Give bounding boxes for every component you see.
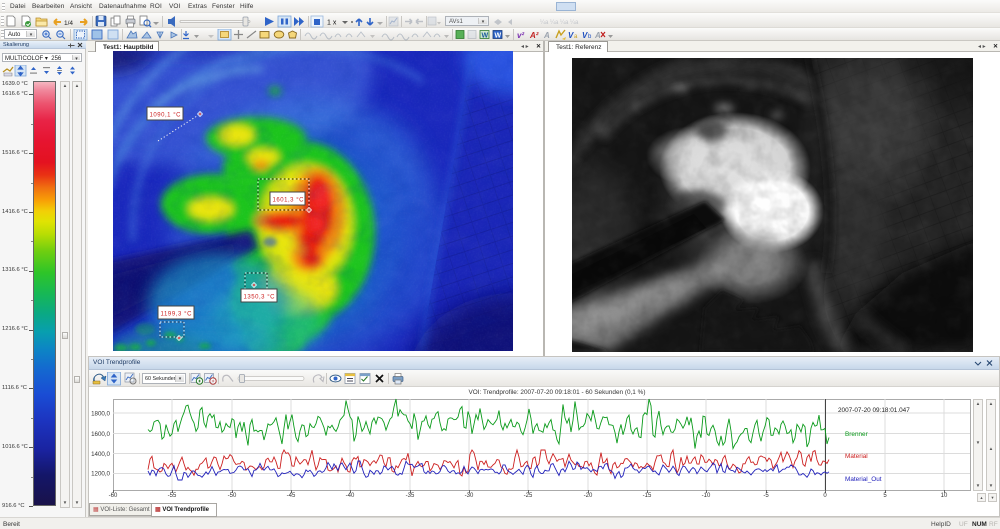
svg-text:¼a ¼a ¼a ¼a: ¼a ¼a ¼a ¼a (540, 20, 579, 26)
svg-text:W: W (495, 33, 502, 40)
svg-text:A: A (543, 31, 550, 40)
svg-text:A²: A² (529, 31, 539, 40)
svg-text:1350,3 °C: 1350,3 °C (244, 295, 276, 301)
svg-text:1199,3 °C: 1199,3 °C (161, 312, 193, 318)
svg-text:a: a (574, 34, 578, 40)
svg-text:1090,1 °C: 1090,1 °C (150, 113, 182, 119)
svg-text:1 x: 1 x (327, 20, 337, 27)
svg-text:A: A (594, 31, 601, 40)
svg-text:b: b (588, 34, 592, 40)
svg-text:1601,3 °C: 1601,3 °C (273, 198, 305, 204)
svg-text:v²: v² (517, 31, 524, 40)
svg-text:W: W (482, 33, 489, 40)
svg-text:1/4: 1/4 (64, 20, 73, 27)
